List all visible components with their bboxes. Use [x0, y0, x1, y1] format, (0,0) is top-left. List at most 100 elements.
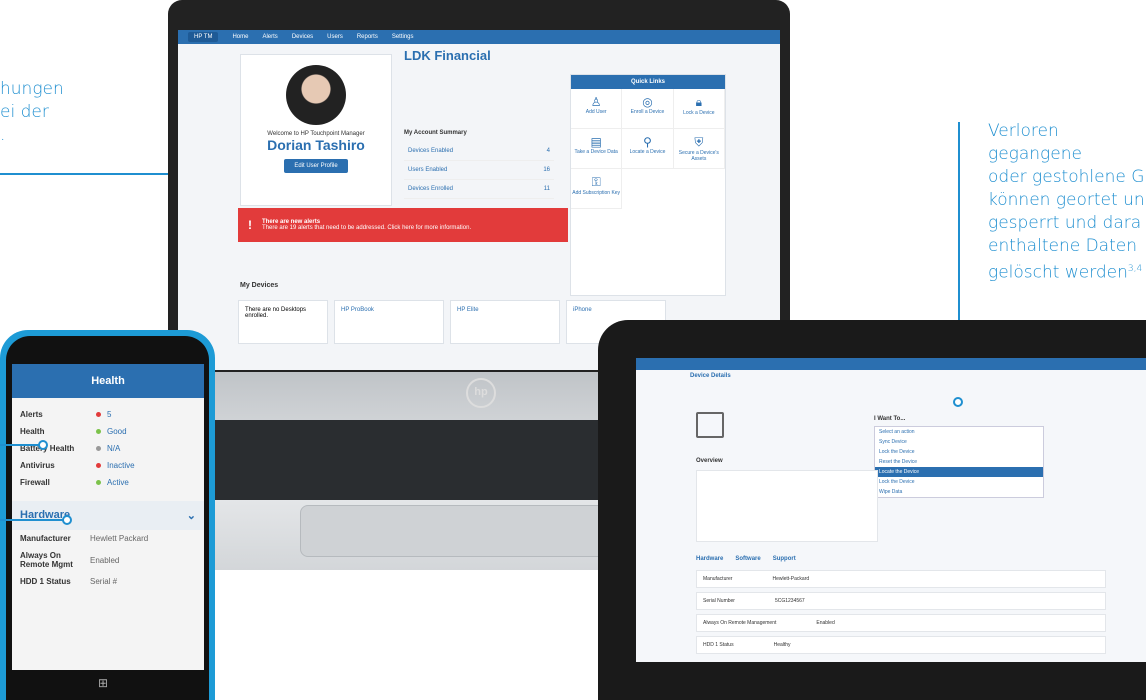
menu-item[interactable]: Sync Device — [875, 437, 1043, 447]
quick-links-title: Quick Links — [571, 75, 725, 89]
edit-profile-button[interactable]: Edit User Profile — [284, 159, 348, 173]
nav-item-devices[interactable]: Devices — [292, 34, 313, 40]
overview-title: Overview — [696, 458, 723, 464]
quick-link[interactable]: ⚲ Locate a Device — [622, 129, 674, 169]
status-dot — [96, 480, 101, 485]
profile-card: Welcome to HP Touchpoint Manager Dorian … — [240, 54, 392, 206]
menu-item[interactable]: Select an action — [875, 427, 1043, 437]
status-dot — [96, 463, 101, 468]
menu-item-selected[interactable]: Locate the Device — [875, 467, 1043, 477]
quick-link-label: Locate a Device — [629, 149, 666, 155]
menu-item[interactable]: Lock the Device — [875, 477, 1043, 487]
callout-line: Verloren gegangene — [988, 121, 1082, 164]
quick-link[interactable]: ⚿ Add Subscription Key — [571, 169, 623, 209]
tab-support[interactable]: Support — [773, 556, 796, 562]
summary-list: Devices Enabled 4 Users Enabled 16 Devices… — [404, 142, 554, 199]
detail-value: 5CG1234567 — [774, 598, 805, 604]
health-key: Firewall — [20, 478, 50, 487]
callout-dot — [953, 397, 963, 407]
device-icon: ▤ — [590, 135, 602, 149]
lock-icon: 🔒︎ — [695, 95, 703, 109]
summary-row[interactable]: Devices Enrolled 11 — [404, 180, 554, 199]
hardware-value: Serial # — [90, 577, 118, 586]
tab-hardware[interactable]: Hardware — [696, 556, 723, 562]
key-icon: ⚿ — [591, 175, 601, 189]
quick-link[interactable]: ♙ Add User — [571, 89, 623, 129]
detail-value: Hewlett-Packard — [772, 576, 810, 582]
hardware-row: Manufacturer Hewlett Packard — [12, 530, 204, 547]
quick-link[interactable]: ◎ Enroll a Device — [622, 89, 674, 129]
summary-label: Devices Enabled — [408, 148, 454, 154]
summary-label: Users Enabled — [408, 167, 448, 173]
right-callout-text: Verloren gegangene oder gestohlene G kön… — [988, 120, 1146, 285]
tablet-screen: Device Details I Want To... Select an ac… — [636, 358, 1146, 662]
menu-item[interactable]: Wipe Data — [875, 487, 1043, 497]
status-dot — [96, 429, 101, 434]
device-card[interactable]: There are no Desktops enrolled. — [238, 300, 328, 344]
user-icon: ♙ — [590, 95, 602, 109]
laptop-touchpad — [300, 505, 642, 557]
target-icon: ◎ — [642, 95, 653, 109]
avatar — [286, 65, 346, 125]
shield-icon: ⛨ — [694, 135, 704, 149]
nav-item-settings[interactable]: Settings — [392, 34, 414, 40]
hardware-value: Hewlett Packard — [90, 534, 149, 543]
device-card[interactable]: HP ProBook — [334, 300, 444, 344]
quick-link[interactable]: ⛨ Secure a Device's Assets — [673, 129, 725, 169]
hardware-section-header[interactable]: Hardware ⌄ — [12, 501, 204, 530]
user-name: Dorian Tashiro — [267, 137, 365, 153]
health-value: 5 — [107, 410, 112, 419]
nav-item-home[interactable]: Home — [232, 34, 248, 40]
alert-banner[interactable]: ! There are new alerts There are 19 aler… — [238, 208, 568, 242]
menu-item[interactable]: Lock the Device — [875, 447, 1043, 457]
detail-key: HDD 1 Status — [703, 642, 734, 648]
callout-line: können geortet un — [988, 190, 1145, 210]
detail-row: Always On Remote Management Enabled — [696, 614, 1106, 632]
callout-line: gesperrt und dara — [988, 213, 1142, 233]
callout-dot — [38, 440, 48, 450]
nav-item-users[interactable]: Users — [327, 34, 343, 40]
alert-text: There are 19 alerts that need to be addr… — [262, 225, 472, 231]
quick-link[interactable]: 🔒︎ Lock a Device — [673, 89, 725, 129]
callout-line: ei der — [0, 102, 49, 122]
company-title: LDK Financial — [404, 48, 491, 63]
nav-item-reports[interactable]: Reports — [357, 34, 378, 40]
summary-value: 4 — [546, 148, 550, 154]
summary-row[interactable]: Devices Enabled 4 — [404, 142, 554, 161]
quick-link-label: Add User — [585, 109, 607, 115]
health-key: Health — [20, 427, 45, 436]
windows-logo-icon: ⊞ — [98, 676, 109, 690]
detail-row: HDD 1 Status Healthy — [696, 636, 1106, 654]
monitor-icon — [696, 412, 724, 438]
callout-line: hungen — [0, 79, 64, 99]
my-devices-title: My Devices — [240, 282, 279, 289]
top-nav: HP TM Home Alerts Devices Users Reports … — [178, 30, 780, 44]
tab-software[interactable]: Software — [735, 556, 760, 562]
callout-line: gelöscht werden — [988, 262, 1128, 283]
device-card[interactable]: HP Elite — [450, 300, 560, 344]
detail-value: Healthy — [773, 642, 791, 648]
hardware-key: HDD 1 Status — [20, 577, 71, 586]
hardware-row: HDD 1 Status Serial # — [12, 573, 204, 590]
hardware-key: Always On Remote Mgmt — [20, 551, 73, 569]
phone-screen: Health Alerts 5 Health Good Battery Health… — [12, 364, 204, 670]
health-value: N/A — [107, 444, 121, 453]
summary-title: My Account Summary — [404, 130, 467, 136]
summary-label: Devices Enrolled — [408, 186, 454, 192]
menu-item[interactable]: Reset the Device — [875, 457, 1043, 467]
health-row: Firewall Active — [12, 474, 204, 491]
warning-icon: ! — [248, 218, 252, 232]
summary-row[interactable]: Users Enabled 16 — [404, 161, 554, 180]
detail-key: Manufacturer — [703, 576, 733, 582]
health-key: Antivirus — [20, 461, 55, 470]
tablet-tabs: Hardware Software Support — [696, 556, 796, 562]
callout-line: oder gestohlene G — [988, 167, 1145, 187]
action-dropdown[interactable]: Select an action Sync Device Lock the De… — [874, 426, 1044, 498]
quick-link-label: Take a Device Data — [574, 149, 618, 155]
status-dot — [96, 446, 101, 451]
detail-value: Enabled — [816, 620, 835, 626]
health-row: Antivirus Inactive — [12, 457, 204, 474]
quick-link[interactable]: ▤ Take a Device Data — [571, 129, 623, 169]
nav-item-alerts[interactable]: Alerts — [262, 34, 277, 40]
leader-line — [0, 444, 42, 446]
